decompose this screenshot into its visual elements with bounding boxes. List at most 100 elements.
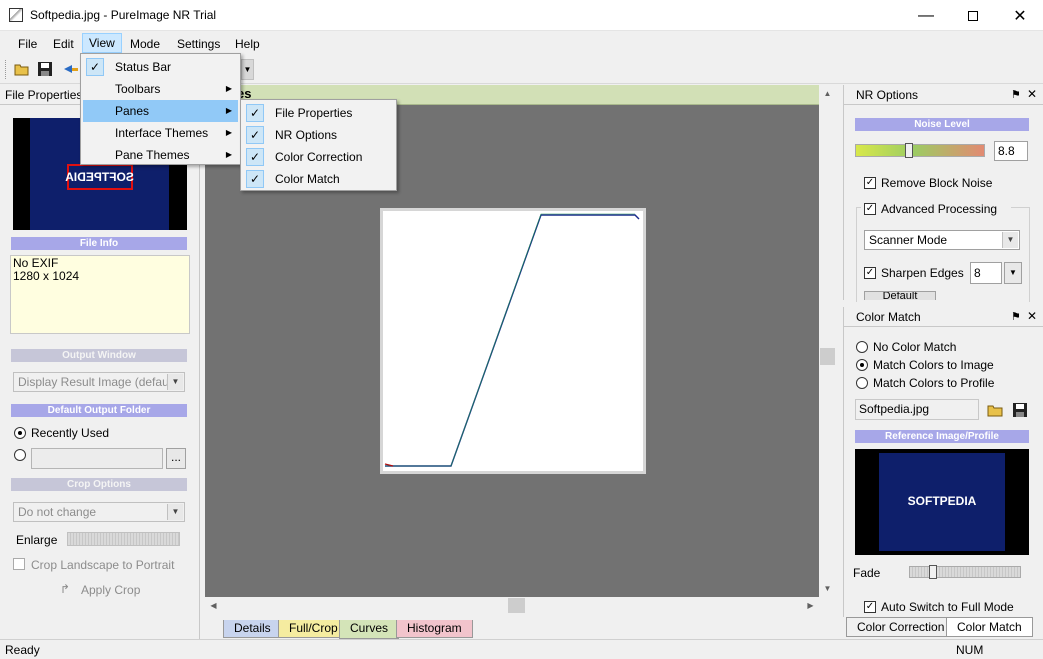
output-window-select: Display Result Image (default) ▼: [13, 372, 185, 392]
noise-level-title: Noise Level: [855, 118, 1029, 131]
custom-folder-radio[interactable]: [14, 449, 26, 461]
horizontal-scrollbar[interactable]: ◀ ▶: [205, 597, 819, 614]
menu-item-status-bar[interactable]: ✓ Status Bar: [83, 56, 238, 78]
close-pane-icon[interactable]: ✕: [1027, 87, 1037, 101]
save-icon[interactable]: [37, 61, 53, 77]
match-colors-profile-radio[interactable]: [856, 377, 868, 389]
menu-bar: File Edit View Mode Settings Help: [0, 31, 1043, 55]
auto-switch-label: Auto Switch to Full Mode: [881, 600, 1014, 614]
view-menu: ✓ Status Bar Toolbars ▶ Panes ▶ Interfac…: [80, 53, 241, 165]
menu-item-interface-themes[interactable]: Interface Themes ▶: [83, 122, 238, 144]
reference-file-field[interactable]: Softpedia.jpg: [855, 399, 979, 420]
file-info-size: 1280 x 1024: [13, 269, 80, 283]
scroll-left-icon[interactable]: ◀: [205, 597, 222, 614]
sharpen-edges-input[interactable]: 8: [970, 262, 1002, 284]
maximize-button[interactable]: [950, 0, 996, 31]
advanced-processing-checkbox[interactable]: ✓: [864, 203, 876, 215]
color-match-pane: Color Match ⚑ ✕ No Color Match Match Col…: [843, 307, 1043, 617]
panes-submenu: ✓ File Properties ✓ NR Options ✓ Color C…: [240, 99, 397, 191]
menu-item-panes[interactable]: Panes ▶: [83, 100, 238, 122]
match-colors-profile-label: Match Colors to Profile: [873, 376, 995, 390]
pin-icon[interactable]: ⚑: [1011, 88, 1021, 101]
recently-used-radio[interactable]: [14, 427, 26, 439]
submenu-arrow-icon: ▶: [225, 84, 232, 93]
curve-graph[interactable]: [380, 208, 646, 474]
sharpen-edges-dropdown-icon[interactable]: ▼: [1004, 262, 1022, 284]
noise-level-input[interactable]: 8.8: [994, 141, 1028, 161]
crop-select: Do not change ▼: [13, 502, 185, 522]
browse-button[interactable]: ...: [166, 448, 186, 469]
open-folder-icon[interactable]: [987, 402, 1005, 418]
file-info-title: File Info: [11, 237, 187, 250]
menu-file[interactable]: File: [12, 34, 43, 54]
tab-histogram[interactable]: Histogram: [396, 620, 473, 638]
auto-switch-checkbox[interactable]: ✓: [864, 601, 876, 613]
menu-view[interactable]: View: [82, 33, 122, 53]
menu-item-toolbars[interactable]: Toolbars ▶: [83, 78, 238, 100]
tab-color-correction[interactable]: Color Correction: [846, 617, 956, 637]
curve-line[interactable]: [383, 211, 643, 471]
save-icon[interactable]: [1012, 402, 1028, 418]
noise-level-slider[interactable]: [855, 143, 985, 158]
check-icon: ✓: [86, 58, 104, 76]
file-info-box: No EXIF 1280 x 1024: [10, 255, 190, 334]
submenu-arrow-icon: ▶: [225, 106, 232, 115]
scanner-mode-select[interactable]: Scanner Mode ▼: [864, 230, 1020, 250]
output-window-title: Output Window: [11, 349, 187, 362]
crop-landscape-checkbox: [13, 558, 25, 570]
scroll-up-icon[interactable]: ▲: [819, 85, 836, 102]
fade-thumb[interactable]: [929, 565, 937, 579]
open-folder-icon[interactable]: [14, 61, 30, 77]
remove-block-noise-label: Remove Block Noise: [881, 176, 993, 190]
sharpen-edges-label: Sharpen Edges: [881, 266, 964, 280]
fade-slider[interactable]: [909, 565, 1021, 579]
no-color-match-radio[interactable]: [856, 341, 868, 353]
reference-image-title: Reference Image/Profile: [855, 430, 1029, 443]
tab-color-match[interactable]: Color Match: [946, 617, 1033, 637]
sharpen-edges-checkbox[interactable]: ✓: [864, 267, 876, 279]
custom-folder-input[interactable]: [31, 448, 163, 469]
noise-level-thumb[interactable]: [905, 143, 913, 158]
apply-crop-button: Apply Crop: [81, 583, 141, 597]
file-properties-pane: File Properties SOFTPEDIA File Info No E…: [0, 85, 200, 639]
menu-settings[interactable]: Settings: [171, 34, 226, 54]
default-button[interactable]: Default: [864, 291, 936, 300]
menu-edit[interactable]: Edit: [47, 34, 80, 54]
vertical-scrollbar[interactable]: ▲ ▼: [819, 85, 836, 597]
menu-help[interactable]: Help: [229, 34, 266, 54]
chevron-down-icon: ▼: [1002, 232, 1018, 248]
scroll-down-icon[interactable]: ▼: [819, 580, 836, 597]
menu-item-file-properties[interactable]: ✓ File Properties: [243, 102, 394, 124]
submenu-arrow-icon: ▶: [225, 150, 232, 159]
minimize-button[interactable]: —: [903, 0, 949, 31]
menu-item-nr-options[interactable]: ✓ NR Options: [243, 124, 394, 146]
status-bar: Ready NUM: [0, 639, 1043, 659]
num-lock-indicator: NUM: [956, 643, 984, 657]
status-text: Ready: [5, 643, 40, 657]
app-icon: [9, 8, 23, 22]
reference-logo-text: SOFTPEDIA: [907, 494, 977, 508]
advanced-processing-label: Advanced Processing: [881, 202, 998, 216]
close-pane-icon[interactable]: ✕: [1027, 309, 1037, 323]
chevron-down-icon: ▼: [167, 374, 183, 390]
toolbar-overflow-chevron-icon[interactable]: ▼: [241, 59, 254, 80]
scroll-right-icon[interactable]: ▶: [802, 597, 819, 614]
menu-mode[interactable]: Mode: [124, 34, 166, 54]
horizontal-scroll-thumb[interactable]: [508, 598, 525, 613]
menu-item-color-match[interactable]: ✓ Color Match: [243, 168, 394, 190]
close-button[interactable]: ✕: [997, 0, 1043, 31]
toolbar-grip[interactable]: [5, 60, 8, 79]
crop-icon: ↱: [60, 582, 71, 596]
vertical-scroll-thumb[interactable]: [820, 348, 835, 365]
match-colors-image-radio[interactable]: [856, 359, 868, 371]
undo-icon[interactable]: [60, 61, 80, 77]
pin-icon[interactable]: ⚑: [1011, 310, 1021, 323]
remove-block-noise-checkbox[interactable]: ✓: [864, 177, 876, 189]
menu-item-pane-themes[interactable]: Pane Themes ▶: [83, 144, 238, 166]
tab-curves[interactable]: Curves: [339, 620, 400, 639]
check-icon: ✓: [246, 170, 264, 188]
window-title: Softpedia.jpg - PureImage NR Trial: [30, 8, 217, 22]
menu-item-color-correction[interactable]: ✓ Color Correction: [243, 146, 394, 168]
tab-details[interactable]: Details: [223, 620, 282, 638]
recently-used-label: Recently Used: [31, 426, 110, 440]
